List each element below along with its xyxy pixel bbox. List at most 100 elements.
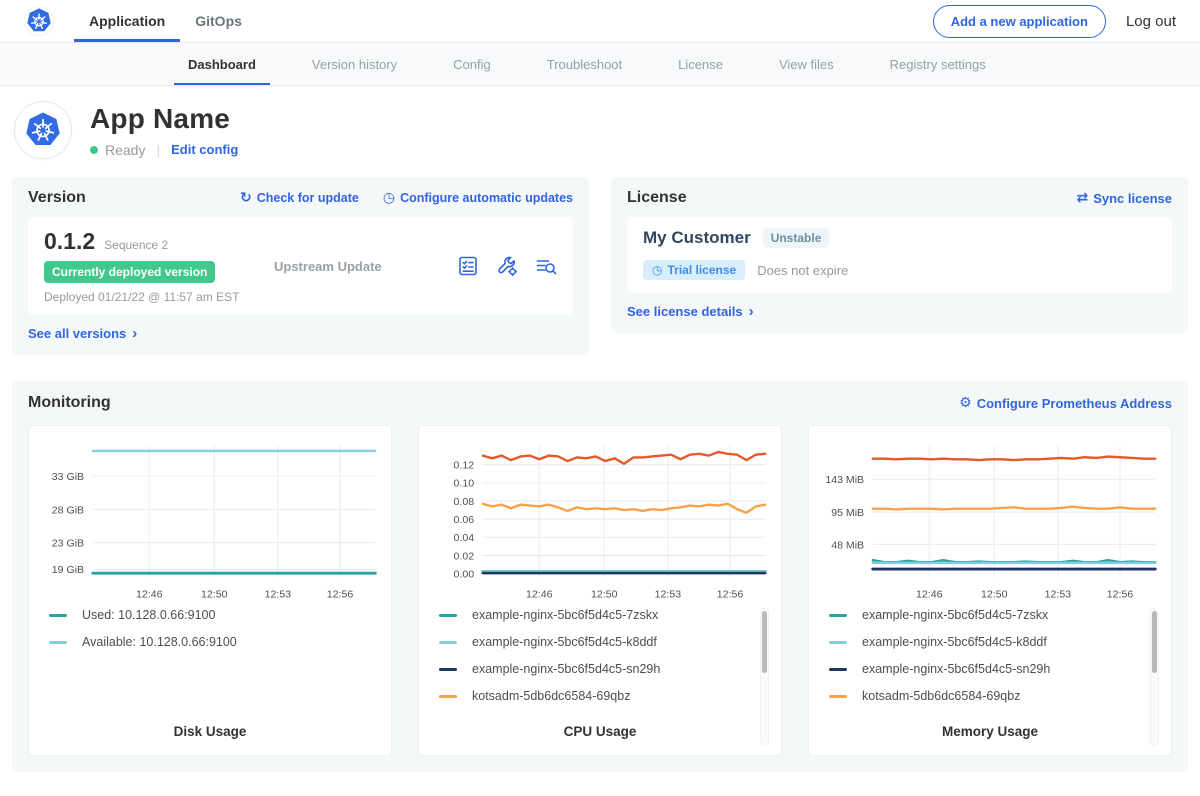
app-logo-icon <box>14 101 72 159</box>
edit-config-link[interactable]: Edit config <box>171 142 238 157</box>
kubernetes-logo-icon[interactable] <box>24 0 54 42</box>
status-text: Ready <box>105 142 145 158</box>
legend-label: Used: 10.128.0.66:9100 <box>82 608 215 622</box>
legend-label: example-nginx-5bc6f5d4c5-k8ddf <box>472 635 657 649</box>
svg-text:12:50: 12:50 <box>981 588 1008 600</box>
trial-license-badge: ◷ Trial license <box>643 260 745 280</box>
version-number: 0.1.2 <box>44 228 95 255</box>
legend-scrollbar[interactable] <box>1150 608 1159 746</box>
svg-text:0.06: 0.06 <box>454 514 475 526</box>
legend-item: example-nginx-5bc6f5d4c5-sn29h <box>439 662 751 676</box>
legend-label: example-nginx-5bc6f5d4c5-7zskx <box>862 608 1048 622</box>
see-all-versions-link[interactable]: See all versions › <box>28 325 137 342</box>
svg-text:12:53: 12:53 <box>655 588 682 600</box>
see-license-details-link[interactable]: See license details › <box>627 303 754 320</box>
app-subnav: Dashboard Version history Config Troublesho… <box>0 43 1200 86</box>
logout-link[interactable]: Log out <box>1126 13 1176 30</box>
sync-license-link[interactable]: ⇄ Sync license <box>1076 190 1172 206</box>
cpu-usage-card: 0.00 0.02 0.04 0.06 0.08 0.10 0.12 12:46 12:50 12… <box>418 425 782 756</box>
preflight-checks-icon[interactable] <box>535 255 557 277</box>
deployed-version-badge: Currently deployed version <box>44 261 215 283</box>
gear-icon: ⚙ <box>959 395 972 411</box>
license-expiry: Does not expire <box>757 263 848 278</box>
svg-text:12:46: 12:46 <box>136 588 163 600</box>
disk-usage-plot: 19 GiB23 GiB28 GiB33 GiB12:4612:5012:531… <box>37 436 383 604</box>
tab-view-files[interactable]: View files <box>765 45 848 85</box>
memory-usage-title: Memory Usage <box>817 716 1163 743</box>
release-notes-icon[interactable] <box>457 255 479 277</box>
legend-scrollbar-thumb[interactable] <box>1152 611 1157 673</box>
tab-dashboard[interactable]: Dashboard <box>174 45 270 85</box>
tab-license[interactable]: License <box>664 45 737 85</box>
legend-label: kotsadm-5db6dc6584-69qbz <box>472 689 630 703</box>
legend-label: example-nginx-5bc6f5d4c5-sn29h <box>472 662 660 676</box>
topnav-tab-gitops[interactable]: GitOps <box>180 3 257 42</box>
svg-text:12:50: 12:50 <box>591 588 618 600</box>
tab-config[interactable]: Config <box>439 45 505 85</box>
legend-item: example-nginx-5bc6f5d4c5-sn29h <box>829 662 1141 676</box>
check-for-update-link[interactable]: ↻ Check for update <box>240 190 359 206</box>
svg-text:0.02: 0.02 <box>454 550 475 562</box>
disk-usage-legend: Used: 10.128.0.66:9100 Available: 10.128.… <box>49 608 379 662</box>
cpu-usage-plot: 0.00 0.02 0.04 0.06 0.08 0.10 0.12 12:46 12:50 12… <box>427 436 773 604</box>
add-application-button[interactable]: Add a new application <box>933 5 1106 38</box>
legend-item: example-nginx-5bc6f5d4c5-k8ddf <box>829 635 1141 649</box>
stopwatch-icon: ◷ <box>652 263 662 277</box>
svg-text:48 MiB: 48 MiB <box>831 539 864 551</box>
svg-text:0.12: 0.12 <box>454 459 475 471</box>
config-wrench-icon[interactable] <box>496 255 518 277</box>
monitoring-section: Monitoring ⚙ Configure Prometheus Addres… <box>12 381 1188 772</box>
tab-troubleshoot[interactable]: Troubleshoot <box>533 45 636 85</box>
legend-swatch <box>829 614 847 617</box>
cpu-usage-title: CPU Usage <box>427 716 773 743</box>
svg-text:28 GiB: 28 GiB <box>52 504 84 516</box>
legend-label: kotsadm-5db6dc6584-69qbz <box>862 689 1020 703</box>
topnav-right: Add a new application Log out <box>933 0 1176 42</box>
svg-text:12:53: 12:53 <box>265 588 292 600</box>
memory-usage-legend: example-nginx-5bc6f5d4c5-7zskx example-ng… <box>829 608 1159 716</box>
topnav-tabs: ApplicationGitOps <box>74 0 257 42</box>
svg-text:12:46: 12:46 <box>916 588 943 600</box>
svg-text:19 GiB: 19 GiB <box>52 564 84 576</box>
version-card: Version ↻ Check for update ◷ Configure a… <box>12 177 589 355</box>
svg-text:0.04: 0.04 <box>454 532 475 544</box>
legend-item: Used: 10.128.0.66:9100 <box>49 608 361 622</box>
svg-text:0.00: 0.00 <box>454 568 475 580</box>
legend-swatch <box>439 695 457 698</box>
svg-text:12:46: 12:46 <box>526 588 553 600</box>
chevron-right-icon: › <box>749 303 754 320</box>
configure-prometheus-link[interactable]: ⚙ Configure Prometheus Address <box>959 395 1172 411</box>
version-source-label: Upstream Update <box>256 259 457 274</box>
legend-label: Available: 10.128.0.66:9100 <box>82 635 237 649</box>
disk-usage-card: 19 GiB23 GiB28 GiB33 GiB12:4612:5012:531… <box>28 425 392 756</box>
legend-swatch <box>829 668 847 671</box>
legend-scrollbar-thumb[interactable] <box>762 611 767 673</box>
legend-label: example-nginx-5bc6f5d4c5-k8ddf <box>862 635 1047 649</box>
monitoring-title: Monitoring <box>28 394 111 412</box>
tab-registry-settings[interactable]: Registry settings <box>876 45 1000 85</box>
channel-badge: Unstable <box>763 228 830 248</box>
legend-item: kotsadm-5db6dc6584-69qbz <box>439 689 751 703</box>
legend-scrollbar[interactable] <box>760 608 769 746</box>
legend-label: example-nginx-5bc6f5d4c5-7zskx <box>472 608 658 622</box>
legend-swatch <box>829 695 847 698</box>
topnav-tab-application[interactable]: Application <box>74 3 180 42</box>
legend-item: example-nginx-5bc6f5d4c5-7zskx <box>439 608 751 622</box>
configure-automatic-updates-link[interactable]: ◷ Configure automatic updates <box>383 190 573 206</box>
svg-text:23 GiB: 23 GiB <box>52 538 84 550</box>
svg-text:0.08: 0.08 <box>454 496 475 508</box>
disk-usage-title: Disk Usage <box>37 716 383 743</box>
svg-text:12:56: 12:56 <box>717 588 744 600</box>
sync-arrows-icon: ⇄ <box>1076 190 1088 206</box>
legend-swatch <box>829 641 847 644</box>
tab-version-history[interactable]: Version history <box>298 45 411 85</box>
svg-text:12:53: 12:53 <box>1045 588 1072 600</box>
legend-swatch <box>439 614 457 617</box>
legend-swatch <box>49 641 67 644</box>
svg-text:0.10: 0.10 <box>454 478 475 490</box>
customer-name: My Customer <box>643 228 751 248</box>
svg-text:12:50: 12:50 <box>201 588 228 600</box>
version-card-title: Version <box>28 189 86 207</box>
svg-text:143 MiB: 143 MiB <box>825 474 864 486</box>
memory-usage-plot: 48 MiB95 MiB143 MiB12:4612:5012:5312:56 <box>817 436 1163 604</box>
